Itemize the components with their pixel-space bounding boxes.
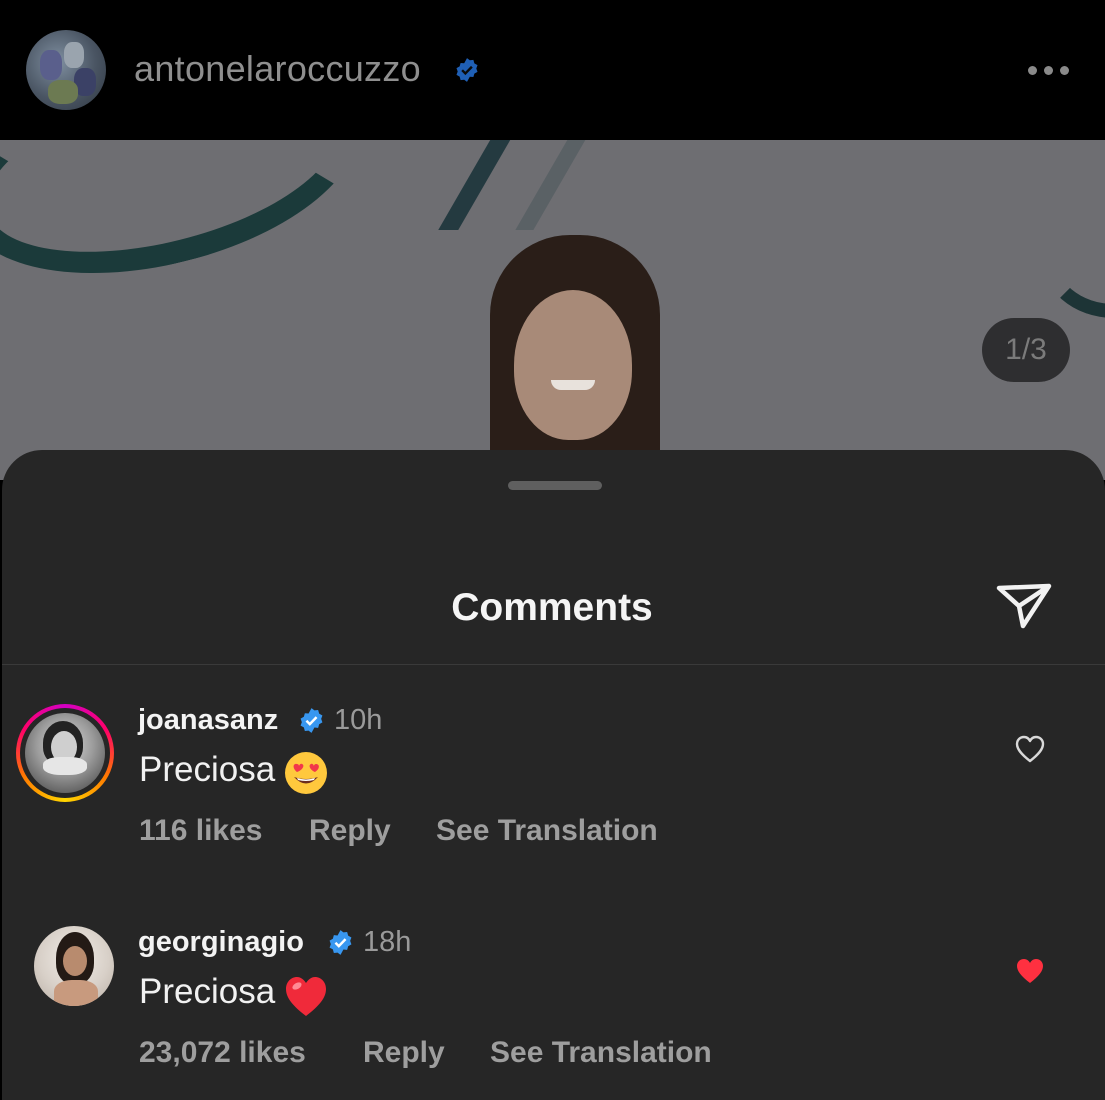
- see-translation-button[interactable]: See Translation: [436, 814, 658, 848]
- avatar[interactable]: [25, 713, 105, 793]
- comment-username[interactable]: joanasanz: [138, 704, 278, 737]
- like-heart-outline-icon[interactable]: [1014, 734, 1046, 764]
- post-header: antonelaroccuzzo: [0, 0, 1105, 140]
- comment-item: georginagio 18h Preciosa 23,072 likes Re…: [2, 922, 1105, 1100]
- more-options-icon[interactable]: [1026, 60, 1072, 80]
- comment-likes[interactable]: 23,072 likes: [139, 1036, 306, 1070]
- image-counter-badge: 1/3: [982, 318, 1070, 382]
- app-frame: antonelaroccuzzo 1/3 Comments joanasanz …: [0, 0, 1105, 1100]
- verified-badge-icon: [329, 930, 352, 955]
- divider: [2, 664, 1105, 665]
- reply-button[interactable]: Reply: [309, 814, 391, 848]
- drag-handle[interactable]: [508, 481, 602, 490]
- avatar[interactable]: [34, 926, 114, 1006]
- verified-badge-icon: [456, 58, 478, 82]
- like-heart-filled-icon[interactable]: [1014, 956, 1046, 986]
- see-translation-button[interactable]: See Translation: [490, 1036, 712, 1070]
- reply-button[interactable]: Reply: [363, 1036, 445, 1070]
- story-ring[interactable]: [16, 704, 114, 802]
- red-heart-emoji-icon: [286, 977, 326, 1016]
- comment-likes[interactable]: 116 likes: [139, 814, 262, 848]
- owner-avatar[interactable]: [26, 30, 106, 110]
- comment-text: Preciosa: [139, 972, 276, 1011]
- comment-text: Preciosa: [139, 750, 276, 789]
- share-send-icon[interactable]: [995, 580, 1053, 632]
- owner-username[interactable]: antonelaroccuzzo: [134, 48, 421, 90]
- comment-item: joanasanz 10h Preciosa 116 likes Reply S…: [2, 700, 1105, 890]
- comment-username[interactable]: georginagio: [138, 926, 304, 959]
- comments-title: Comments: [451, 586, 653, 629]
- heart-eyes-emoji-icon: [285, 752, 327, 794]
- comments-sheet: Comments joanasanz 10h Preciosa 116 like…: [2, 450, 1105, 1100]
- post-image[interactable]: 1/3: [0, 140, 1105, 480]
- comment-time: 10h: [334, 704, 383, 736]
- verified-badge-icon: [300, 708, 323, 733]
- comment-time: 18h: [363, 926, 412, 958]
